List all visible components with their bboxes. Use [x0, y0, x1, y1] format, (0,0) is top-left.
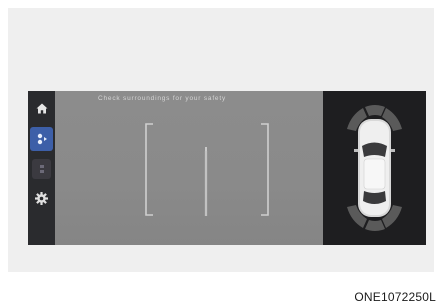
left-guide-bracket — [145, 123, 153, 216]
home-button[interactable] — [32, 98, 51, 118]
sensor-zone-rear-center — [365, 220, 385, 231]
settings-button[interactable] — [32, 188, 51, 208]
parking-sensor-diagram — [347, 105, 402, 231]
rear-camera-view: Check surroundings for your safety — [55, 91, 323, 245]
camera-option-button[interactable] — [32, 159, 51, 179]
vehicle-top-view-icon — [354, 119, 395, 217]
figure-code: ONE1072250L — [354, 290, 436, 304]
home-icon — [36, 103, 47, 113]
parking-sensor-view — [323, 91, 426, 245]
camera-view-icon — [37, 133, 47, 145]
gear-icon — [35, 191, 48, 205]
camera-option-icon — [39, 165, 44, 173]
sidebar — [28, 91, 55, 245]
parking-guide-lines — [145, 123, 269, 216]
parking-assist-screen: Check surroundings for your safety — [28, 91, 426, 245]
rear-camera-view-button[interactable] — [30, 127, 53, 151]
figure-frame: Check surroundings for your safety — [8, 8, 434, 272]
right-guide-bracket — [261, 123, 269, 216]
sensor-zone-front-center — [365, 105, 385, 116]
